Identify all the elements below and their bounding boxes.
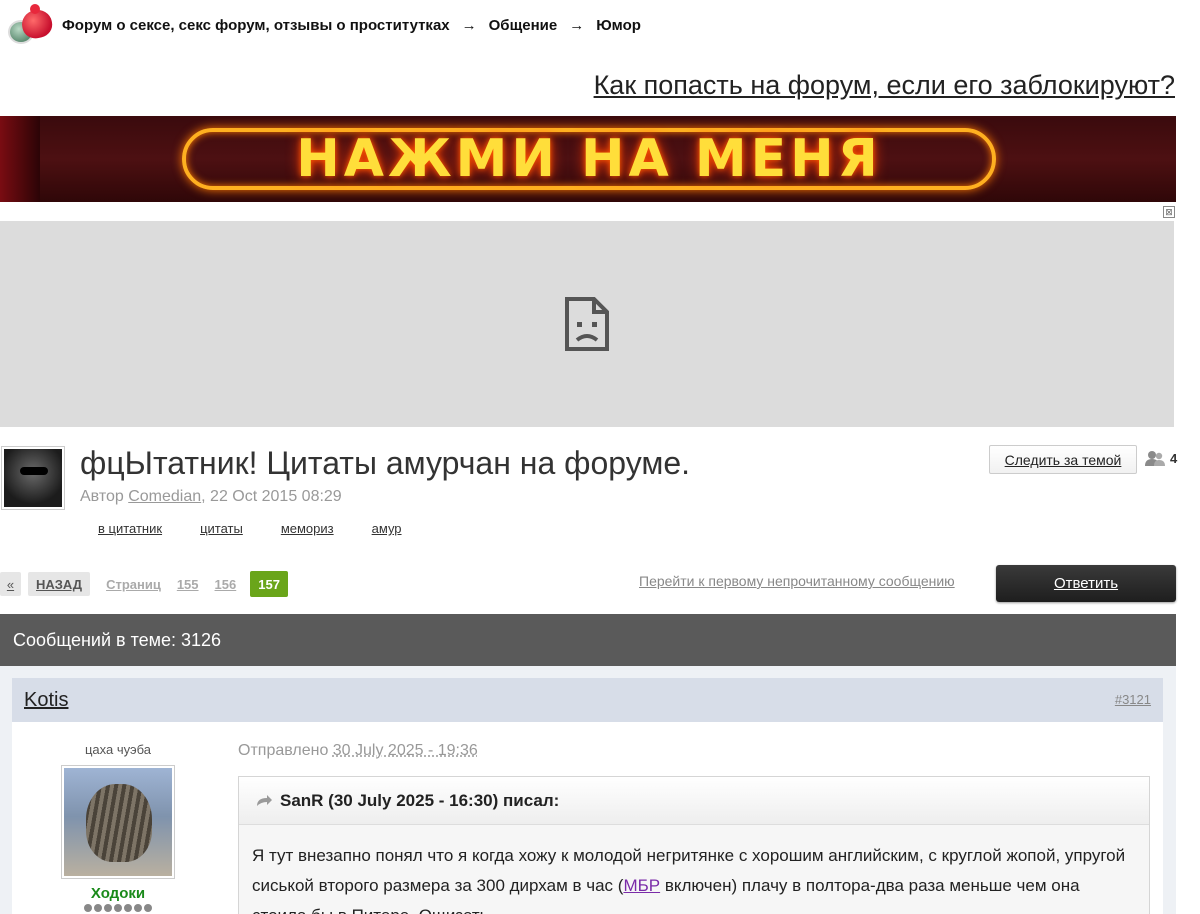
tag-link[interactable]: цитаты	[200, 521, 243, 536]
quote-arrow-icon[interactable]	[255, 794, 273, 808]
user-group: Ходоки	[90, 885, 146, 902]
post-header: Kotis #3121	[12, 678, 1163, 722]
banner-text: НАЖМИ НА МЕНЯ	[296, 129, 882, 189]
back-button[interactable]: НАЗАД	[28, 572, 91, 596]
topic-author-prefix: Автор	[80, 488, 129, 505]
page-link[interactable]: 156	[215, 577, 237, 592]
topic-meta: Автор Comedian, 22 Oct 2015 08:29	[80, 488, 342, 506]
user-title: цаха чуэба	[84, 742, 151, 757]
quote-author: SanR (30 July 2025 - 16:30) писал:	[280, 790, 560, 810]
banner-pill: НАЖМИ НА МЕНЯ	[182, 128, 996, 190]
pages-label[interactable]: Страниц	[106, 577, 161, 592]
user-info: цаха чуэба Ходоки	[12, 722, 224, 912]
topic-author-link[interactable]: Comedian	[128, 488, 201, 505]
post-date: Отправлено 30 July 2025 - 19:36	[238, 742, 1150, 760]
topic-tags: в цитатник цитаты мемориз амур	[98, 521, 402, 536]
breadcrumb-item-forum[interactable]: Форум о сексе, секс форум, отзывы о прос…	[62, 17, 450, 34]
first-unread-link[interactable]: Перейти к первому непрочитанному сообщен…	[639, 573, 955, 589]
followers-number: 4	[1170, 450, 1178, 466]
reputation-pips	[12, 904, 224, 912]
post-number-link[interactable]: #3121	[1115, 692, 1151, 707]
banner-curtain	[0, 116, 40, 202]
ad-placeholder	[0, 221, 1174, 427]
post-count-bar: Сообщений в теме: 3126	[0, 614, 1176, 666]
post: Kotis #3121 цаха чуэба Ходоки Отправлено…	[0, 666, 1176, 914]
forum-logo[interactable]	[0, 0, 62, 50]
topic-author-avatar[interactable]	[1, 446, 65, 510]
reply-button[interactable]: Ответить	[996, 565, 1176, 602]
message: Отправлено 30 July 2025 - 19:36 SanR (30…	[238, 722, 1150, 914]
sent-prefix: Отправлено	[238, 742, 333, 759]
pagination: « НАЗАД Страниц 155 156 157	[0, 571, 288, 597]
post-author-link[interactable]: Kotis	[24, 689, 68, 712]
topic-title: фцЫтатник! Цитаты амурчан на форуме.	[80, 445, 691, 481]
breadcrumb-separator: →	[461, 16, 477, 34]
quote-header: SanR (30 July 2025 - 16:30) писал:	[239, 777, 1149, 825]
first-page-button[interactable]: «	[0, 572, 21, 596]
tag-link[interactable]: мемориз	[281, 521, 334, 536]
broken-image-icon	[565, 297, 609, 351]
ad-close-icon[interactable]: ⊠	[1163, 206, 1175, 218]
breadcrumb-separator: →	[569, 16, 585, 34]
current-page: 157	[250, 571, 288, 597]
quote-link-mbr[interactable]: МБР	[623, 876, 660, 895]
page-link[interactable]: 155	[177, 577, 199, 592]
breadcrumb-item-general[interactable]: Общение	[489, 17, 558, 34]
quote-text: Я тут внезапно понял что я когда хожу к …	[239, 825, 1149, 914]
avatar[interactable]	[61, 765, 175, 879]
breadcrumb-item-humor[interactable]: Юмор	[596, 17, 641, 34]
users-icon	[1145, 451, 1165, 466]
tag-link[interactable]: в цитатник	[98, 521, 162, 536]
promo-banner[interactable]: НАЖМИ НА МЕНЯ	[0, 116, 1176, 202]
tag-link[interactable]: амур	[372, 521, 402, 536]
sent-date[interactable]: 30 July 2025 - 19:36	[333, 742, 478, 759]
follow-topic-button[interactable]: Следить за темой	[989, 445, 1137, 474]
followers-count[interactable]: 4	[1144, 450, 1177, 466]
quote-block: SanR (30 July 2025 - 16:30) писал: Я тут…	[238, 776, 1150, 914]
post-body: цаха чуэба Ходоки Отправлено 30 July 202…	[12, 722, 1163, 914]
breadcrumb: Форум о сексе, секс форум, отзывы о прос…	[0, 0, 1200, 50]
blocked-access-link[interactable]: Как попасть на форум, если его заблокиру…	[594, 70, 1175, 101]
topic-date: , 22 Oct 2015 08:29	[201, 488, 342, 505]
